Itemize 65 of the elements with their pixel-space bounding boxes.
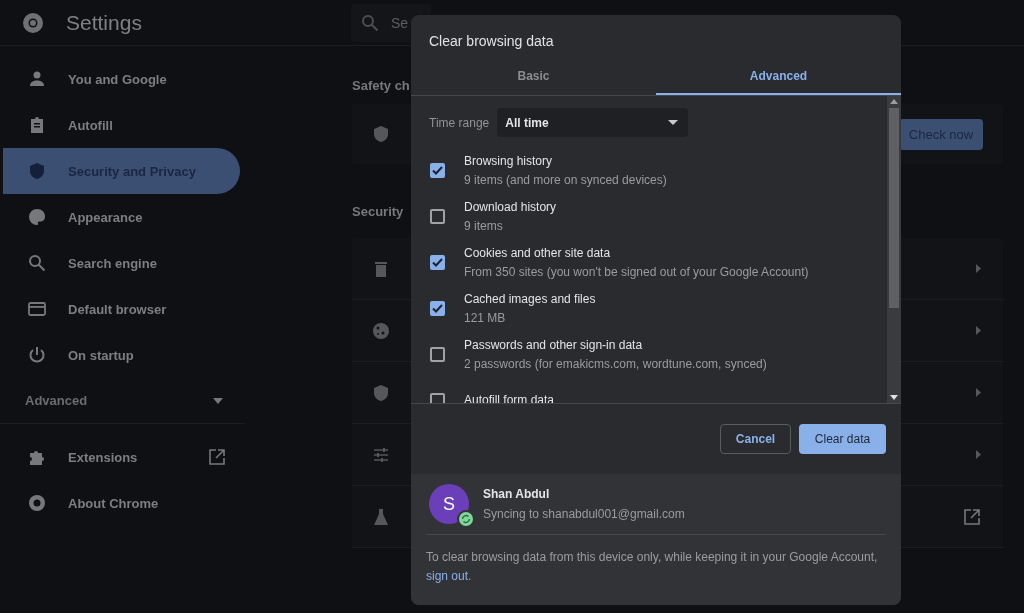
option-detail: 9 items xyxy=(464,218,504,233)
palette-icon xyxy=(28,208,46,226)
chevron-icon xyxy=(976,326,981,335)
shield-icon xyxy=(372,125,390,143)
tab[interactable]: Basic xyxy=(411,63,656,95)
option-title: Browsing history xyxy=(464,153,554,168)
option-detail: 2 passwords (for emakicms.com, wordtune.com, synced) xyxy=(464,356,767,371)
sidebar-item[interactable]: On startup xyxy=(3,332,240,378)
sidebar-item[interactable]: About Chrome xyxy=(3,480,240,526)
checkbox[interactable] xyxy=(430,346,445,362)
sidebar-item[interactable]: Extensions xyxy=(3,434,240,480)
search-icon xyxy=(361,13,379,32)
sync-status: Syncing to shanabdul001@gmail.com xyxy=(483,507,685,521)
option-detail: 9 items (and more on synced devices) xyxy=(464,172,667,187)
cookie-icon xyxy=(372,321,390,340)
sidebar-item[interactable]: Autofill xyxy=(3,102,240,148)
sidebar-item[interactable]: You and Google xyxy=(3,56,240,102)
clear-data-button[interactable]: Clear data xyxy=(799,424,886,454)
scrollbar[interactable] xyxy=(887,96,901,403)
option-title: Cached images and files xyxy=(464,291,596,306)
chrome-logo-icon xyxy=(22,11,44,34)
external-link-icon xyxy=(963,507,981,526)
account-name: Shan Abdul xyxy=(483,487,551,501)
option-title: Passwords and other sign-in data xyxy=(464,337,644,352)
option-title: Download history xyxy=(464,199,557,214)
advanced-section-label[interactable]: Advanced xyxy=(25,393,88,408)
trash-icon xyxy=(372,259,390,278)
time-range-label: Time range xyxy=(429,115,490,130)
checkbox[interactable] xyxy=(430,392,445,403)
cancel-button[interactable]: Cancel xyxy=(720,424,791,454)
search-icon xyxy=(28,254,46,272)
sidebar-item[interactable]: Default browser xyxy=(3,286,240,332)
settings-title: Settings xyxy=(66,10,143,35)
power-icon xyxy=(28,346,46,364)
chrome-logo-icon xyxy=(28,494,46,512)
flask-icon xyxy=(372,507,390,526)
sidebar-item[interactable]: Search engine xyxy=(3,240,240,286)
chevron-icon xyxy=(976,388,981,397)
sign-out-note: To clear browsing data from this device only, while keeping it in your Google Account, sign out. xyxy=(426,549,879,585)
section-heading: Safety ch xyxy=(352,78,410,93)
section-heading: Security xyxy=(352,204,404,219)
puzzle-icon xyxy=(28,448,46,466)
browser-window-icon xyxy=(28,300,46,318)
person-icon xyxy=(28,70,46,88)
checkbox[interactable] xyxy=(430,300,445,316)
checkbox[interactable] xyxy=(430,162,445,178)
checkbox[interactable] xyxy=(430,254,445,270)
dialog-title: Clear browsing data xyxy=(429,33,554,49)
caret-icon xyxy=(668,120,679,125)
tab[interactable]: Advanced xyxy=(656,63,901,95)
external-link-icon xyxy=(208,448,226,466)
sidebar-item[interactable]: Appearance xyxy=(3,194,240,240)
caret-icon[interactable] xyxy=(213,397,223,404)
option-title: Cookies and other site data xyxy=(464,245,612,260)
option-detail: From 350 sites (you won't be signed out of your Google Account) xyxy=(464,264,809,279)
shield-icon xyxy=(372,383,390,402)
option-detail: 121 MB xyxy=(464,310,507,325)
scroll-down-icon[interactable] xyxy=(890,395,898,400)
time-range-dropdown[interactable]: All time xyxy=(497,108,689,137)
chevron-icon xyxy=(976,450,981,459)
sliders-icon xyxy=(372,445,390,464)
clipboard-icon xyxy=(28,116,46,134)
chevron-icon xyxy=(976,264,981,273)
checkbox[interactable] xyxy=(430,208,445,224)
shield-icon xyxy=(28,162,46,180)
